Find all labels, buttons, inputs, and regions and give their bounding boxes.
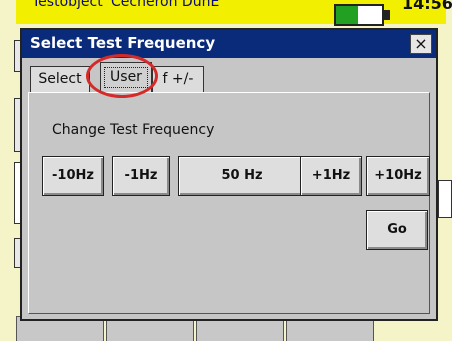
go-button[interactable]: Go [366, 210, 428, 250]
tab-select[interactable]: Select [30, 66, 90, 92]
battery-icon [334, 4, 390, 26]
plus-1hz-button[interactable]: +1Hz [300, 156, 362, 196]
tab-label: Select [38, 71, 82, 87]
clock-time: 14:56 [402, 0, 452, 13]
close-icon: × [414, 34, 428, 53]
tab-f-plus-minus[interactable]: f +/- [152, 66, 204, 92]
background-title: Testobject 'Cecheron DunE' [32, 0, 224, 10]
minus-1hz-button[interactable]: -1Hz [112, 156, 170, 196]
tab-label: f +/- [162, 71, 194, 87]
highlight-annotation [86, 54, 158, 98]
change-frequency-label: Change Test Frequency [52, 122, 215, 138]
select-test-frequency-dialog: Select Test Frequency × Select f +/- Use… [20, 28, 438, 321]
close-button[interactable]: × [410, 34, 432, 54]
dialog-title: Select Test Frequency [30, 34, 216, 52]
background-fragment [438, 180, 452, 218]
dialog-titlebar: Select Test Frequency × [22, 30, 436, 58]
background-titlebar: Testobject 'Cecheron DunE' 14:56 [16, 0, 452, 26]
frequency-value-button[interactable]: 50 Hz [178, 156, 306, 196]
plus-10hz-button[interactable]: +10Hz [366, 156, 430, 196]
minus-10hz-button[interactable]: -10Hz [42, 156, 104, 196]
